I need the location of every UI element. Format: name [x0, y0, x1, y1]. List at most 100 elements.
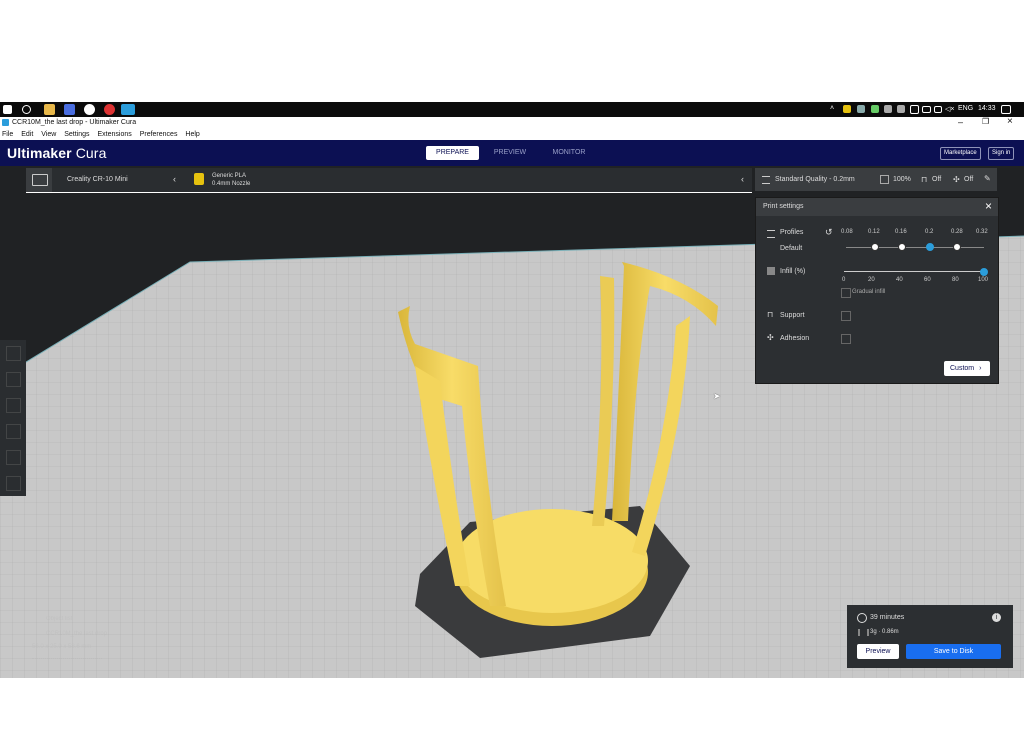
slider-knob[interactable] — [898, 243, 906, 251]
windows-start-icon[interactable] — [3, 105, 12, 114]
object-info: Object list CCR10M_the last drop 56.0 x … — [30, 613, 140, 673]
restore-button[interactable]: ❐ — [982, 117, 989, 126]
tray-chevron-icon[interactable]: ˄ — [830, 105, 834, 112]
per-model-settings-icon[interactable] — [6, 450, 21, 465]
view-orientation-icons[interactable] — [32, 658, 102, 667]
menu-file[interactable]: File — [2, 131, 13, 138]
layer-height-slider[interactable] — [846, 247, 984, 248]
menu-help[interactable]: Help — [185, 131, 199, 138]
app-logo: Ultimaker Cura — [7, 145, 107, 161]
chevron-left-icon: ‹ — [741, 174, 744, 184]
cura-header: Ultimaker Cura PREPARE PREVIEW MONITOR M… — [0, 140, 1024, 166]
save-to-disk-button[interactable]: Save to Disk — [906, 644, 1001, 659]
layer-height-tick: 0.28 — [951, 229, 963, 235]
close-window-button[interactable]: × — [1007, 116, 1013, 127]
cura-taskbar-icon[interactable] — [121, 104, 135, 115]
infill-tick: 40 — [896, 277, 903, 283]
layer-height-tick: 0.08 — [841, 229, 853, 235]
tray-app-icon[interactable] — [843, 105, 851, 113]
tray-app-icon[interactable] — [897, 105, 905, 113]
mouse-cursor-icon: ➤ — [713, 391, 721, 401]
marketplace-button[interactable]: Marketplace — [940, 147, 981, 160]
print-settings-summary[interactable]: Standard Quality - 0.2mm 100% ⊓ Off ✣ Of… — [755, 168, 997, 191]
material-selector[interactable]: Generic PLA 0.4mm Nozzle ‹ — [186, 168, 752, 193]
tray-app-icon[interactable] — [910, 105, 919, 114]
close-icon[interactable]: × — [985, 199, 992, 213]
adhesion-checkbox[interactable] — [841, 334, 851, 344]
battery-icon[interactable] — [922, 106, 931, 113]
slider-knob-selected[interactable] — [926, 243, 934, 251]
tray-app-icon[interactable] — [871, 105, 879, 113]
stage-prepare-tab[interactable]: PREPARE — [426, 146, 479, 160]
infill-icon — [767, 267, 775, 275]
infill-tick: 0 — [842, 277, 846, 283]
panel-title: Print settings — [763, 203, 804, 210]
folder-icon — [32, 174, 48, 186]
move-tool-icon[interactable] — [6, 346, 21, 361]
infill-icon — [880, 175, 889, 184]
clock-icon — [857, 613, 867, 623]
sign-in-button[interactable]: Sign in — [988, 147, 1015, 160]
language-indicator[interactable]: ENG — [958, 105, 973, 112]
adhesion-summary: Off — [964, 176, 974, 183]
edit-pencil-icon[interactable]: ✎ — [984, 174, 991, 183]
chrome-icon[interactable] — [84, 104, 95, 115]
volume-icon[interactable]: ◁× — [945, 105, 954, 113]
support-checkbox[interactable] — [841, 311, 851, 321]
open-file-button[interactable] — [26, 168, 52, 192]
material-usage: 3g · 0.86m — [870, 629, 899, 635]
infill-slider-knob[interactable] — [980, 268, 988, 276]
tray-app-icon[interactable] — [857, 105, 865, 113]
windows-taskbar: ˄ ◁× ENG 14:33 — [0, 102, 1024, 117]
taskbar-app-icon[interactable] — [64, 104, 75, 115]
infill-label: Infill (%) — [780, 268, 806, 275]
reset-profile-icon[interactable]: ↺ — [825, 227, 833, 238]
custom-settings-button[interactable]: Custom › — [944, 361, 990, 376]
object-filename: CCR10M_the last drop — [46, 631, 108, 637]
slider-knob[interactable] — [953, 243, 961, 251]
scale-tool-icon[interactable] — [6, 372, 21, 387]
profiles-label: Profiles — [780, 229, 804, 236]
menu-extensions[interactable]: Extensions — [98, 131, 132, 138]
notifications-icon[interactable] — [1001, 105, 1011, 114]
stage-monitor-tab[interactable]: MONITOR — [547, 146, 591, 160]
menu-settings[interactable]: Settings — [64, 131, 89, 138]
rotate-tool-icon[interactable] — [6, 398, 21, 413]
clock[interactable]: 14:33 — [978, 105, 996, 112]
taskbar-app-icon[interactable] — [104, 104, 115, 115]
spool-icon — [858, 629, 869, 636]
printer-selector[interactable]: Creality CR-10 Mini ‹ — [26, 168, 186, 193]
support-summary: Off — [932, 176, 942, 183]
extruder-icon — [194, 173, 204, 185]
infill-tick: 100 — [978, 277, 989, 283]
tray-app-icon[interactable] — [884, 105, 892, 113]
menu-edit[interactable]: Edit — [21, 131, 33, 138]
adhesion-icon: ✣ — [767, 333, 774, 342]
minimize-button[interactable]: – — [958, 117, 963, 127]
gradual-infill-checkbox[interactable] — [841, 288, 851, 298]
info-icon[interactable]: i — [992, 613, 1001, 622]
mirror-tool-icon[interactable] — [6, 424, 21, 439]
profile-default[interactable]: Default — [780, 245, 802, 252]
preview-button[interactable]: Preview — [857, 644, 899, 659]
cura-app-icon — [2, 119, 9, 126]
stage-preview-tab[interactable]: PREVIEW — [489, 146, 531, 160]
menu-view[interactable]: View — [41, 131, 56, 138]
infill-tick: 60 — [924, 277, 931, 283]
search-icon[interactable] — [22, 105, 31, 114]
network-icon[interactable] — [934, 106, 942, 113]
chevron-left-icon: ‹ — [173, 174, 176, 184]
layer-height-tick: 0.32 — [976, 229, 988, 235]
support-icon: ⊓ — [921, 175, 928, 184]
object-list-toggle[interactable]: Object list — [46, 616, 72, 622]
support-blocker-icon[interactable] — [6, 476, 21, 491]
profiles-icon — [767, 230, 775, 238]
infill-slider[interactable] — [844, 271, 986, 272]
slider-knob[interactable] — [871, 243, 879, 251]
print-settings-panel: Print settings × Profiles Default ↺ 0.08… — [755, 197, 999, 384]
infill-tick: 80 — [952, 277, 959, 283]
adhesion-icon: ✣ — [953, 175, 960, 184]
tools-bar — [0, 340, 26, 496]
file-explorer-icon[interactable] — [44, 104, 55, 115]
menu-preferences[interactable]: Preferences — [140, 131, 178, 138]
